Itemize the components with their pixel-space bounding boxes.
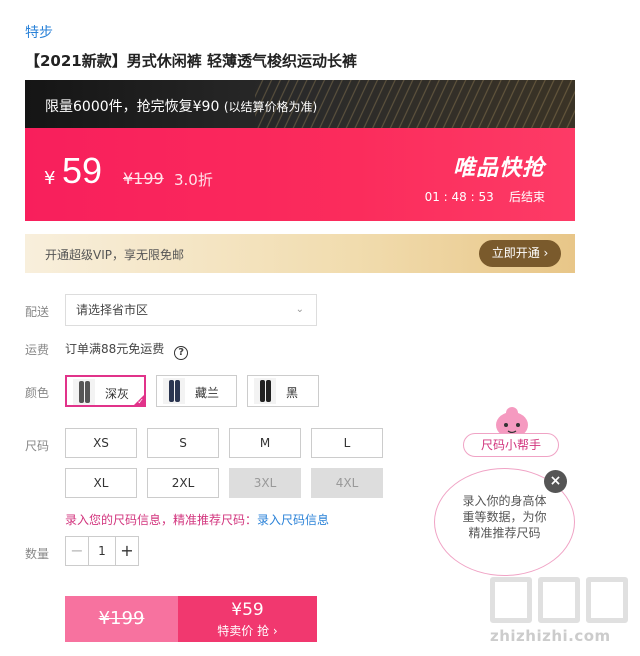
flash-sale-title: 唯品快抢 <box>452 156 545 181</box>
size-option-m[interactable]: M <box>229 428 301 458</box>
shipping-info: 订单满88元免运费 ? <box>65 340 189 360</box>
quantity-decrease-button[interactable]: − <box>66 537 88 565</box>
size-hint: 录入您的尺码信息，精准推荐尺码：录入尺码信息 <box>65 511 329 528</box>
color-option-navy[interactable]: 藏兰 <box>156 375 237 407</box>
watermark-logo <box>538 577 580 623</box>
shipping-label: 运费 <box>25 343 50 357</box>
size-option-4xl: 4XL <box>311 468 383 498</box>
size-helper-tag[interactable]: 尺码小帮手 <box>463 433 559 457</box>
countdown-value: 01 : 48 : 53 <box>424 190 494 204</box>
sale-price: 59 <box>62 150 103 191</box>
pants-thumbnail <box>254 378 276 404</box>
buy-label: 特卖价 抢 › <box>217 624 278 638</box>
delivery-placeholder: 请选择省市区 <box>76 303 149 317</box>
size-option-2xl[interactable]: 2XL <box>147 468 219 498</box>
brand-link[interactable]: 特步 <box>25 22 53 42</box>
color-option-black[interactable]: 黑 <box>247 375 319 407</box>
size-option-xs[interactable]: XS <box>65 428 137 458</box>
vip-bar: 开通超级VIP，享无限免邮 立即开通 › <box>25 234 575 273</box>
bubble-line: 精准推荐尺码 <box>468 526 541 540</box>
quantity-value[interactable]: 1 <box>88 537 116 565</box>
limit-note: (以结算价格为准) <box>223 100 318 114</box>
size-option-3xl: 3XL <box>229 468 301 498</box>
color-option-dark-gray[interactable]: 深灰 ✓ <box>65 375 146 407</box>
original-price: ¥199 <box>123 169 164 188</box>
countdown-timer: 01 : 48 : 53 后结束 <box>425 188 545 205</box>
color-name: 黑 <box>286 386 299 400</box>
checkmark-icon: ✓ <box>137 397 144 406</box>
quantity-increase-button[interactable]: + <box>116 537 138 565</box>
chevron-down-icon: ⌄ <box>295 304 304 315</box>
shipping-text: 订单满88元免运费 <box>65 342 165 356</box>
site-watermark: zhizhizhi.com <box>490 577 630 645</box>
size-hint-text: 录入您的尺码信息，精准推荐尺码： <box>65 513 258 527</box>
color-name: 深灰 <box>105 387 130 401</box>
color-name: 藏兰 <box>195 386 220 400</box>
flash-sale-banner: ¥ 59 ¥199 3.0折 唯品快抢 01 : 48 : 53 后结束 <box>25 128 575 221</box>
close-icon[interactable]: × <box>544 470 567 493</box>
pants-thumbnail <box>163 378 185 404</box>
limited-stock-banner: 限量6000件，抢完恢复¥90 (以结算价格为准) <box>25 80 575 128</box>
bubble-line: 录入你的身高体 <box>462 494 547 508</box>
buy-price: ¥59 <box>231 600 264 620</box>
limited-stock-text: 限量6000件，抢完恢复¥90 (以结算价格为准) <box>45 96 317 116</box>
countdown-suffix: 后结束 <box>508 190 545 204</box>
quantity-label: 数量 <box>25 547 50 561</box>
delivery-region-select[interactable]: 请选择省市区 ⌄ <box>65 294 317 326</box>
limit-text: 限量6000件，抢完恢复¥90 <box>45 99 220 115</box>
size-label: 尺码 <box>25 439 50 453</box>
buy-now-button[interactable]: ¥59 特卖价 抢 › <box>178 596 317 642</box>
vip-open-button[interactable]: 立即开通 › <box>479 240 561 267</box>
currency-symbol: ¥ <box>44 168 56 189</box>
delivery-label: 配送 <box>25 305 50 319</box>
size-option-s[interactable]: S <box>147 428 219 458</box>
discount-rate: 3.0折 <box>174 171 213 189</box>
bubble-line: 重等数据，为你 <box>462 510 547 524</box>
vip-text: 开通超级VIP，享无限免邮 <box>45 248 184 262</box>
watermark-logo <box>586 577 628 623</box>
watermark-url: zhizhizhi.com <box>490 627 611 645</box>
color-label: 颜色 <box>25 386 50 400</box>
size-option-l[interactable]: L <box>311 428 383 458</box>
quantity-stepper: − 1 + <box>65 536 139 566</box>
pants-thumbnail <box>73 379 95 405</box>
size-option-xl[interactable]: XL <box>65 468 137 498</box>
original-price-block: ¥199 <box>65 596 178 642</box>
watermark-logo <box>490 577 532 623</box>
size-info-link[interactable]: 录入尺码信息 <box>257 513 329 527</box>
product-title: 【2021新款】男式休闲裤 轻薄透气梭织运动长裤 <box>25 52 357 70</box>
question-icon[interactable]: ? <box>174 346 189 360</box>
